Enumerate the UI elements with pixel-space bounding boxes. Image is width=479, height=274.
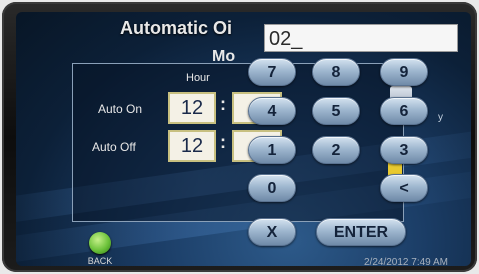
key-5[interactable]: 5 (312, 97, 360, 125)
key-6[interactable]: 6 (380, 97, 428, 125)
screen-title: Automatic Oi (120, 18, 233, 38)
key-9[interactable]: 9 (380, 58, 428, 86)
datetime-readout: 2/24/2012 7:49 AM (364, 257, 448, 266)
hour-column-header: Hour (186, 72, 210, 84)
keypad-entry-display[interactable]: 02_ (264, 24, 458, 52)
key-3[interactable]: 3 (380, 136, 428, 164)
key-backspace[interactable]: < (380, 174, 428, 202)
back-circle-icon (89, 232, 111, 254)
back-label: BACK (87, 256, 113, 266)
key-enter[interactable]: ENTER (316, 218, 406, 246)
key-2[interactable]: 2 (312, 136, 360, 164)
key-7[interactable]: 7 (248, 58, 296, 86)
back-button[interactable]: BACK (80, 232, 120, 266)
auto-on-colon: : (220, 94, 226, 114)
auto-on-hour-field[interactable]: 12 (168, 92, 216, 124)
key-0[interactable]: 0 (248, 174, 296, 202)
key-1[interactable]: 1 (248, 136, 296, 164)
partial-label-y: y (438, 112, 443, 123)
hmi-device: Automatic Oi Mo Hour Auto On 12 : Auto O… (0, 0, 479, 274)
key-8[interactable]: 8 (312, 58, 360, 86)
auto-off-label: Auto Off (92, 140, 136, 154)
auto-off-hour-field[interactable]: 12 (168, 130, 216, 162)
touch-screen: Automatic Oi Mo Hour Auto On 12 : Auto O… (16, 12, 471, 266)
key-4[interactable]: 4 (248, 97, 296, 125)
auto-off-colon: : (220, 132, 226, 152)
key-cancel[interactable]: X (248, 218, 296, 246)
auto-on-label: Auto On (98, 102, 143, 116)
